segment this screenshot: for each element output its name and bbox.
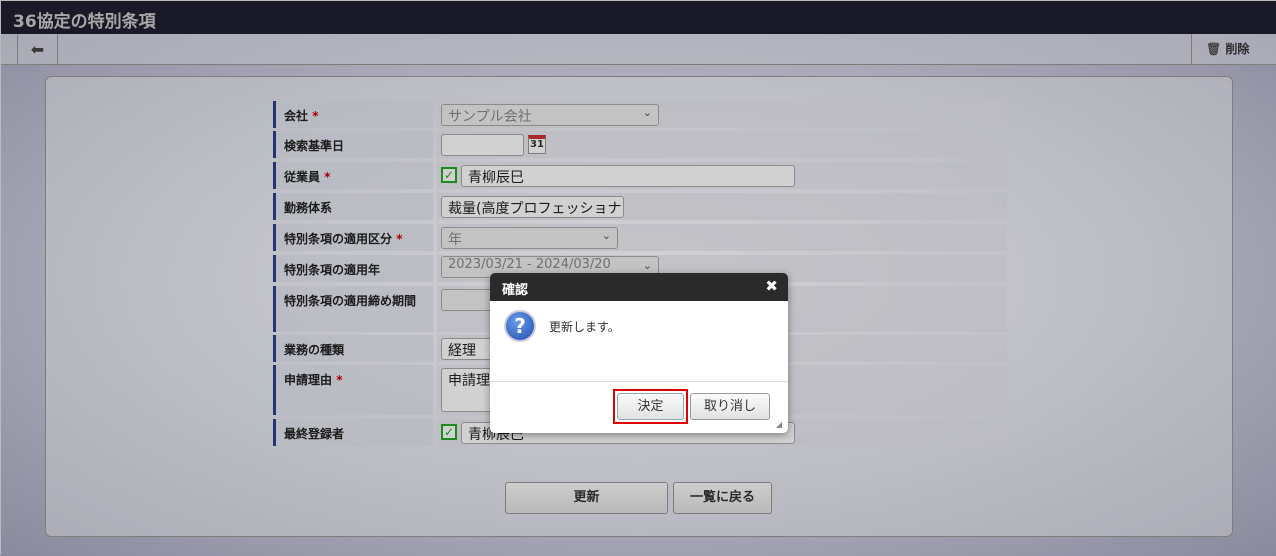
page-title: 36協定の特別条項 [1, 1, 1276, 34]
required-mark: * [324, 170, 331, 184]
row-employee: 従業員 * ✓ 青柳辰巳 [273, 162, 1007, 189]
label: 申請理由 [284, 373, 333, 387]
value: サンプル会社 [448, 109, 532, 125]
label: 特別条項の適用区分 [284, 232, 393, 246]
resize-handle-icon[interactable]: ◢ [776, 420, 782, 429]
company-select[interactable]: サンプル会社 ⌄ [441, 104, 659, 126]
calendar-icon[interactable]: 31 [528, 135, 546, 154]
required-mark: * [396, 232, 403, 246]
required-mark: * [336, 373, 343, 387]
update-button[interactable]: 更新 [505, 482, 668, 514]
label: 勤務体系 [273, 193, 433, 220]
row-worktype: 勤務体系 裁量(高度プロフェッショナ [273, 193, 1007, 220]
label: 会社 [284, 109, 309, 123]
label: 検索基準日 [273, 131, 433, 158]
delete-button[interactable]: 🗑 削除 [1191, 34, 1276, 65]
category-select[interactable]: 年 ⌄ [441, 227, 618, 249]
ok-button[interactable]: 決定 [617, 393, 684, 420]
chevron-down-icon: ⌄ [601, 229, 611, 242]
label: 最終登録者 [273, 419, 433, 446]
employee-field[interactable]: 青柳辰巳 [461, 165, 795, 187]
date-input[interactable] [441, 134, 524, 156]
required-mark: * [312, 109, 319, 123]
checkbox-employee[interactable]: ✓ [441, 167, 457, 183]
cancel-button[interactable]: 取り消し [690, 393, 770, 420]
value: 年 [448, 232, 462, 248]
label: 従業員 [284, 170, 321, 184]
arrow-left-icon: ⬅ [30, 40, 45, 59]
question-icon: ? [504, 310, 536, 342]
back-to-list-button[interactable]: 一覧に戻る [673, 482, 772, 514]
trash-icon: 🗑 [1206, 42, 1222, 56]
confirm-dialog: 確認 ✖ ? 更新します。 決定 取り消し ◢ [490, 273, 788, 433]
checkbox-registrant[interactable]: ✓ [441, 424, 457, 440]
label: 業務の種類 [273, 335, 433, 362]
label: 特別条項の適用年 [273, 255, 433, 282]
value: 2023/03/21 - 2024/03/20 [448, 257, 611, 272]
row-category: 特別条項の適用区分 * 年 ⌄ [273, 224, 1007, 251]
row-company: 会社 * サンプル会社 ⌄ [273, 101, 1007, 128]
dialog-message: 更新します。 [549, 320, 620, 334]
dialog-divider [490, 381, 788, 382]
chevron-down-icon: ⌄ [642, 259, 652, 272]
toolbar: ⬅ 🗑 削除 [1, 34, 1276, 65]
close-icon[interactable]: ✖ [765, 277, 778, 295]
dialog-title: 確認 [502, 283, 529, 298]
delete-label: 削除 [1225, 42, 1250, 56]
row-date: 検索基準日 31 [273, 131, 1007, 158]
chevron-down-icon: ⌄ [642, 106, 652, 119]
back-button[interactable]: ⬅ [17, 34, 58, 65]
label: 特別条項の適用締め期間 [273, 286, 433, 332]
worktype-field[interactable]: 裁量(高度プロフェッショナ [441, 196, 624, 218]
